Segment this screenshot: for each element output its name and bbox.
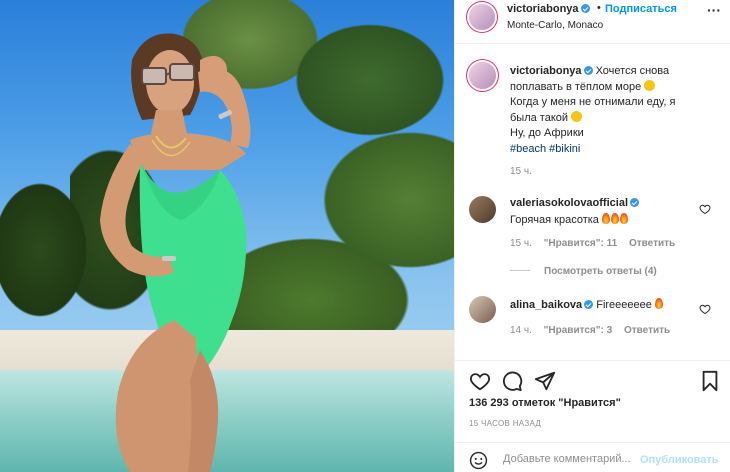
- post-dialog: victoriabonya • Подписаться Monte-Carlo,…: [0, 0, 730, 472]
- caption-text: victoriabonya Хочется снова поплавать в …: [510, 64, 710, 157]
- comment-likes[interactable]: "Нравится": 3: [544, 325, 613, 336]
- comment-heart-icon[interactable]: [699, 203, 711, 215]
- caption-line: Когда у меня не отнимали еду, я: [510, 96, 676, 108]
- comment-heart-icon[interactable]: [699, 303, 711, 315]
- fire-emoji-icon: [610, 213, 619, 224]
- location-link[interactable]: Monte-Carlo, Monaco: [507, 20, 603, 31]
- share-icon[interactable]: [534, 370, 556, 392]
- verified-badge-icon: [630, 198, 639, 207]
- separator-dot: •: [597, 2, 601, 14]
- view-replies-button[interactable]: Посмотреть ответы (4): [510, 266, 657, 277]
- comments-list[interactable]: victoriabonya Хочется снова поплавать в …: [455, 45, 730, 360]
- publish-button[interactable]: Опубликовать: [640, 454, 719, 466]
- comment-line: alina_baikova Fireeeeeee: [510, 298, 664, 311]
- comment-icon[interactable]: [501, 370, 523, 392]
- comment-meta: 14 ч. "Нравится": 3 Ответить: [510, 325, 679, 336]
- woman-figure: [70, 20, 330, 472]
- verified-badge-icon: [584, 300, 594, 309]
- fire-emoji-icon: [601, 213, 610, 224]
- comment-time[interactable]: 15 ч.: [510, 238, 532, 249]
- author-username[interactable]: victoriabonya: [507, 3, 590, 15]
- comment-meta: 15 ч. "Нравится": 11 Ответить: [510, 238, 684, 249]
- reply-button[interactable]: Ответить: [629, 238, 675, 249]
- fire-emoji-icon: [654, 298, 663, 309]
- heart-icon[interactable]: [469, 370, 491, 392]
- laughing-emoji-icon: [644, 79, 656, 91]
- comment-username[interactable]: valeriasokolovaofficial: [510, 197, 639, 209]
- comment-text: Fireeeeeee: [596, 299, 652, 311]
- commenter-avatar[interactable]: [469, 196, 496, 223]
- comment-likes[interactable]: "Нравится": 11: [544, 238, 618, 249]
- comment-time[interactable]: 14 ч.: [510, 325, 532, 336]
- post-sidebar: victoriabonya • Подписаться Monte-Carlo,…: [454, 0, 730, 472]
- author-avatar[interactable]: [469, 4, 495, 30]
- commenter-avatar[interactable]: [469, 296, 496, 323]
- caption-username[interactable]: victoriabonya: [510, 65, 593, 77]
- fire-emoji-icon: [619, 213, 628, 224]
- verified-badge-icon: [583, 66, 593, 75]
- add-comment-bar: Опубликовать: [455, 442, 730, 472]
- author-username-text[interactable]: victoriabonya: [507, 3, 579, 15]
- caption-time[interactable]: 15 ч.: [510, 166, 532, 177]
- reply-button[interactable]: Ответить: [624, 325, 670, 336]
- action-bar: [455, 360, 730, 400]
- likes-count[interactable]: 136 293 отметок "Нравится": [469, 397, 621, 409]
- comment-username[interactable]: alina_baikova: [510, 299, 582, 311]
- grinning-emoji-icon: [571, 110, 583, 122]
- post-timestamp[interactable]: 15 ЧАСОВ НАЗАД: [469, 419, 541, 428]
- caption-line: Хочется снова: [595, 65, 670, 77]
- post-header: victoriabonya • Подписаться Monte-Carlo,…: [455, 0, 730, 44]
- bookmark-icon[interactable]: [699, 370, 721, 392]
- follow-button[interactable]: Подписаться: [605, 3, 677, 15]
- caption-avatar[interactable]: [469, 62, 496, 89]
- comment-input[interactable]: [503, 453, 653, 465]
- caption-line: была такой: [510, 111, 569, 124]
- post-photo[interactable]: [0, 0, 454, 472]
- emoji-icon[interactable]: [469, 451, 488, 470]
- comment-text: Горячая красотка: [510, 213, 629, 226]
- caption-hashtags[interactable]: #beach #bikini: [510, 143, 580, 155]
- more-icon[interactable]: ···: [707, 2, 721, 18]
- caption-line: Ну, до Африки: [510, 127, 584, 139]
- caption-line: поплавать в тёплом море: [510, 80, 642, 93]
- verified-badge-icon: [580, 4, 590, 13]
